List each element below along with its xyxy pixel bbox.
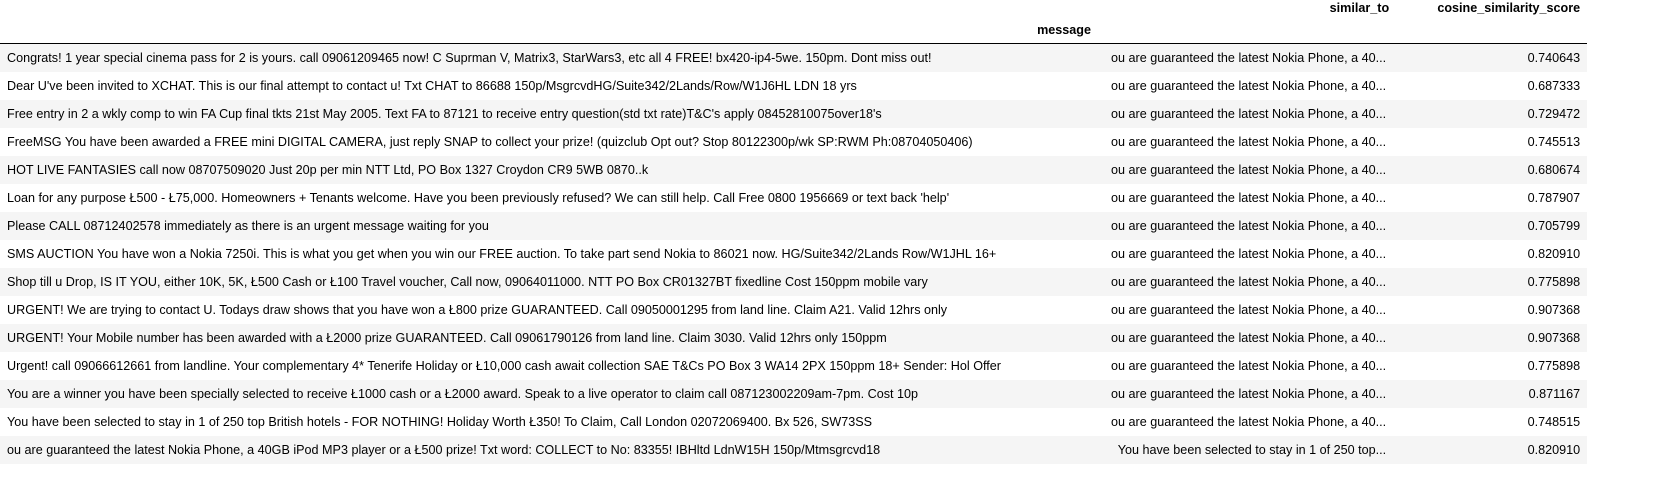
header-message: message	[1037, 23, 1091, 37]
cell-cosine-similarity-score: 0.687333	[1527, 79, 1581, 93]
cell-similar-to: ou are guaranteed the latest Nokia Phone…	[1111, 247, 1387, 261]
table-row: Free entry in 2 a wkly comp to win FA Cu…	[0, 100, 1588, 128]
header-row-columns: similar_to cosine_similarity_score	[0, 0, 1587, 15]
table-row: You have been selected to stay in 1 of 2…	[0, 408, 1588, 436]
dataframe-table: similar_to cosine_similarity_score messa…	[0, 0, 1588, 464]
cell-cosine-similarity-score: 0.775898	[1527, 275, 1581, 289]
table-row: Loan for any purpose Ł500 - Ł75,000. Hom…	[0, 184, 1588, 212]
table-row: FreeMSG You have been awarded a FREE min…	[0, 128, 1588, 156]
cell-cosine-similarity-score: 0.748515	[1527, 415, 1581, 429]
cell-similar-to: ou are guaranteed the latest Nokia Phone…	[1111, 359, 1387, 373]
cell-similar-to: You have been selected to stay in 1 of 2…	[1117, 443, 1387, 457]
cell-cosine-similarity-score: 0.745513	[1527, 135, 1581, 149]
cell-similar-to: ou are guaranteed the latest Nokia Phone…	[1111, 303, 1387, 317]
cell-message: Congrats! 1 year special cinema pass for…	[7, 51, 932, 65]
cell-cosine-similarity-score: 0.705799	[1527, 219, 1581, 233]
cell-similar-to: ou are guaranteed the latest Nokia Phone…	[1111, 107, 1387, 121]
cell-similar-to: ou are guaranteed the latest Nokia Phone…	[1111, 387, 1387, 401]
table-row: SMS AUCTION You have won a Nokia 7250i. …	[0, 240, 1588, 268]
table-row: Please CALL 08712402578 immediately as t…	[0, 212, 1588, 240]
cell-message: You have been selected to stay in 1 of 2…	[7, 415, 873, 429]
cell-similar-to: ou are guaranteed the latest Nokia Phone…	[1111, 331, 1387, 345]
cell-similar-to: ou are guaranteed the latest Nokia Phone…	[1111, 275, 1387, 289]
cell-similar-to: ou are guaranteed the latest Nokia Phone…	[1111, 135, 1387, 149]
cell-message: URGENT! Your Mobile number has been awar…	[7, 331, 887, 345]
cell-cosine-similarity-score: 0.907368	[1527, 331, 1581, 345]
cell-similar-to: ou are guaranteed the latest Nokia Phone…	[1111, 219, 1387, 233]
table-row: Congrats! 1 year special cinema pass for…	[0, 43, 1588, 72]
cell-similar-to: ou are guaranteed the latest Nokia Phone…	[1111, 163, 1387, 177]
cell-message: Please CALL 08712402578 immediately as t…	[7, 219, 489, 233]
cell-cosine-similarity-score: 0.775898	[1527, 359, 1581, 373]
cell-message: Urgent! call 09066612661 from landline. …	[7, 359, 1001, 373]
cell-similar-to: ou are guaranteed the latest Nokia Phone…	[1111, 415, 1387, 429]
cell-similar-to: ou are guaranteed the latest Nokia Phone…	[1111, 51, 1387, 65]
cell-cosine-similarity-score: 0.907368	[1527, 303, 1581, 317]
header-cosine-similarity-score: cosine_similarity_score	[1437, 0, 1581, 15]
cell-message: HOT LIVE FANTASIES call now 08707509020 …	[7, 163, 649, 177]
table-row: ou are guaranteed the latest Nokia Phone…	[0, 436, 1588, 464]
table-row: Shop till u Drop, IS IT YOU, either 10K,…	[0, 268, 1588, 296]
header-blank-2	[1104, 15, 1396, 44]
header-blank-3	[1396, 15, 1587, 44]
header-similar-to: similar_to	[1329, 0, 1390, 15]
cell-cosine-similarity-score: 0.740643	[1527, 51, 1581, 65]
cell-message: ou are guaranteed the latest Nokia Phone…	[7, 443, 881, 457]
table-row: Urgent! call 09066612661 from landline. …	[0, 352, 1588, 380]
cell-message: You are a winner you have been specially…	[7, 387, 919, 401]
cell-cosine-similarity-score: 0.871167	[1528, 387, 1581, 401]
cell-cosine-similarity-score: 0.680674	[1527, 163, 1581, 177]
cell-similar-to: ou are guaranteed the latest Nokia Phone…	[1111, 191, 1387, 205]
table-row: HOT LIVE FANTASIES call now 08707509020 …	[0, 156, 1588, 184]
cell-message: Shop till u Drop, IS IT YOU, either 10K,…	[7, 275, 928, 289]
cell-message: Loan for any purpose Ł500 - Ł75,000. Hom…	[7, 191, 950, 205]
cell-message: Dear U've been invited to XCHAT. This is…	[7, 79, 857, 93]
table-body: Congrats! 1 year special cinema pass for…	[0, 43, 1588, 464]
table-row: URGENT! Your Mobile number has been awar…	[0, 324, 1588, 352]
cell-cosine-similarity-score: 0.820910	[1527, 443, 1581, 457]
cell-message: Free entry in 2 a wkly comp to win FA Cu…	[7, 107, 882, 121]
header-blank	[0, 0, 1104, 15]
table-header: similar_to cosine_similarity_score messa…	[0, 0, 1588, 44]
table-row: You are a winner you have been specially…	[0, 380, 1588, 408]
header-row-index: message	[0, 15, 1588, 44]
cell-cosine-similarity-score: 0.787907	[1527, 191, 1581, 205]
cell-message: URGENT! We are trying to contact U. Toda…	[7, 303, 948, 317]
cell-cosine-similarity-score: 0.820910	[1527, 247, 1581, 261]
cell-message: SMS AUCTION You have won a Nokia 7250i. …	[7, 247, 997, 261]
cell-message: FreeMSG You have been awarded a FREE min…	[7, 135, 973, 149]
table-row: URGENT! We are trying to contact U. Toda…	[0, 296, 1588, 324]
table-row: Dear U've been invited to XCHAT. This is…	[0, 72, 1588, 100]
cell-similar-to: ou are guaranteed the latest Nokia Phone…	[1111, 79, 1387, 93]
cell-cosine-similarity-score: 0.729472	[1527, 107, 1581, 121]
